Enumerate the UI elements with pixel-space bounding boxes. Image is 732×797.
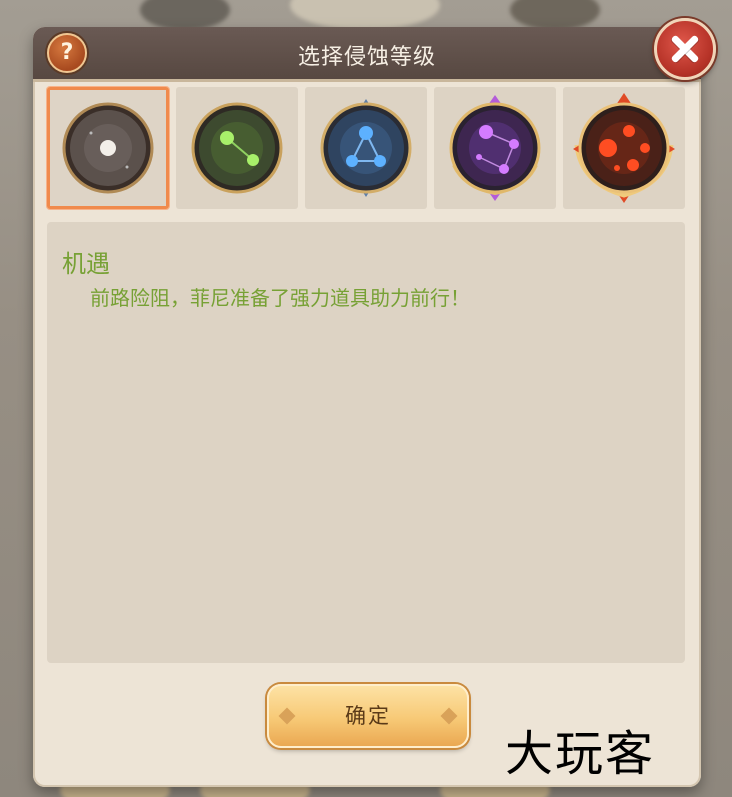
description-panel: 机遇 前路险阻，菲尼准备了强力道具助力前行！ <box>47 222 685 663</box>
help-button[interactable]: ? <box>47 33 87 73</box>
dialog-title: 选择侵蚀等级 <box>297 45 436 70</box>
level-tiles <box>47 87 687 211</box>
orb-icon-level-2 <box>191 102 283 194</box>
ornament-icon <box>440 707 458 725</box>
level-tile-4[interactable] <box>434 87 556 209</box>
level-tile-5[interactable] <box>563 87 685 209</box>
erosion-level-dialog: 选择侵蚀等级 ? 机遇 前路险阻，菲尼准备了强力道具助力前行！ 确定 <box>33 18 716 787</box>
description-text: 前路险阻，菲尼准备了强力道具助力前行！ <box>90 286 470 310</box>
orb-icon-level-4 <box>449 95 541 201</box>
level-tile-3[interactable] <box>305 87 427 209</box>
orb-icon-level-1 <box>62 102 154 194</box>
background-object <box>290 0 440 30</box>
confirm-label: 确定 <box>345 704 391 728</box>
orb-icon-level-5 <box>573 93 675 203</box>
level-tile-1[interactable] <box>47 87 169 209</box>
description-title: 机遇 <box>62 250 110 278</box>
watermark-logo: 大玩客 <box>505 726 656 782</box>
dialog-title-bar: 选择侵蚀等级 ? <box>33 27 701 82</box>
background-object <box>510 0 600 30</box>
confirm-button[interactable]: 确定 <box>267 684 469 748</box>
background-object <box>140 0 230 30</box>
level-tile-2[interactable] <box>176 87 298 209</box>
orb-icon-level-3 <box>320 99 412 197</box>
close-button[interactable] <box>654 18 716 80</box>
ornament-icon <box>278 707 296 725</box>
